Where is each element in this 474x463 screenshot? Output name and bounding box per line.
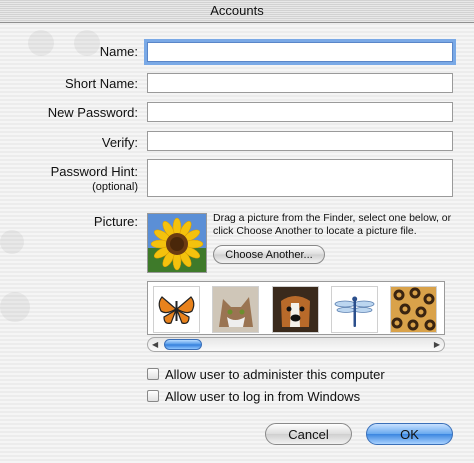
picture-thumbnail-strip <box>147 281 445 335</box>
thumbnail-dog[interactable] <box>272 286 319 333</box>
admin-checkbox-label[interactable]: Allow user to administer this computer <box>165 367 385 382</box>
picture-label: Picture: <box>93 214 138 229</box>
window-title: Accounts <box>0 0 474 23</box>
password-hint-label: Password Hint: <box>50 164 138 179</box>
thumbnail-cat[interactable] <box>212 286 259 333</box>
admin-checkbox[interactable] <box>147 368 159 380</box>
dragonfly-icon <box>332 287 377 332</box>
dog-icon <box>273 287 318 332</box>
accounts-sheet: Accounts Name: Short Name: New Password:… <box>0 0 474 463</box>
short-name-label: Short Name: <box>65 76 138 91</box>
picture-help-text: Drag a picture from the Finder, select o… <box>213 212 452 237</box>
scroll-right-arrow-icon[interactable]: ▶ <box>434 340 440 349</box>
name-label: Name: <box>99 44 138 59</box>
ghost-icon <box>0 230 24 254</box>
cancel-button[interactable]: Cancel <box>265 423 352 445</box>
leopard-print-icon <box>391 287 436 332</box>
scroll-thumb[interactable] <box>164 339 202 350</box>
thumbnail-butterfly[interactable] <box>153 286 200 333</box>
windows-login-checkbox-row[interactable]: Allow user to log in from Windows <box>147 388 360 404</box>
short-name-field[interactable] <box>147 73 453 93</box>
windows-login-checkbox[interactable] <box>147 390 159 402</box>
thumbnail-scrollbar[interactable]: ◀ ▶ <box>147 337 445 352</box>
cat-icon <box>213 287 258 332</box>
sunflower-icon <box>148 214 206 272</box>
picture-well[interactable] <box>147 213 207 273</box>
admin-checkbox-row[interactable]: Allow user to administer this computer <box>147 366 385 382</box>
password-hint-field[interactable] <box>147 159 453 197</box>
password-hint-optional-label: (optional) <box>92 181 138 193</box>
ghost-icon <box>0 292 30 322</box>
name-field[interactable] <box>147 42 453 62</box>
windows-login-checkbox-label[interactable]: Allow user to log in from Windows <box>165 389 360 404</box>
thumbnail-dragonfly[interactable] <box>331 286 378 333</box>
thumbnail-leopard[interactable] <box>390 286 437 333</box>
new-password-label: New Password: <box>47 105 138 120</box>
ok-button[interactable]: OK <box>366 423 453 445</box>
choose-another-button[interactable]: Choose Another... <box>213 245 325 264</box>
verify-label: Verify: <box>101 135 138 150</box>
scroll-left-arrow-icon[interactable]: ◀ <box>152 340 158 349</box>
new-password-field[interactable] <box>147 102 453 122</box>
butterfly-icon <box>154 287 199 332</box>
verify-field[interactable] <box>147 131 453 151</box>
